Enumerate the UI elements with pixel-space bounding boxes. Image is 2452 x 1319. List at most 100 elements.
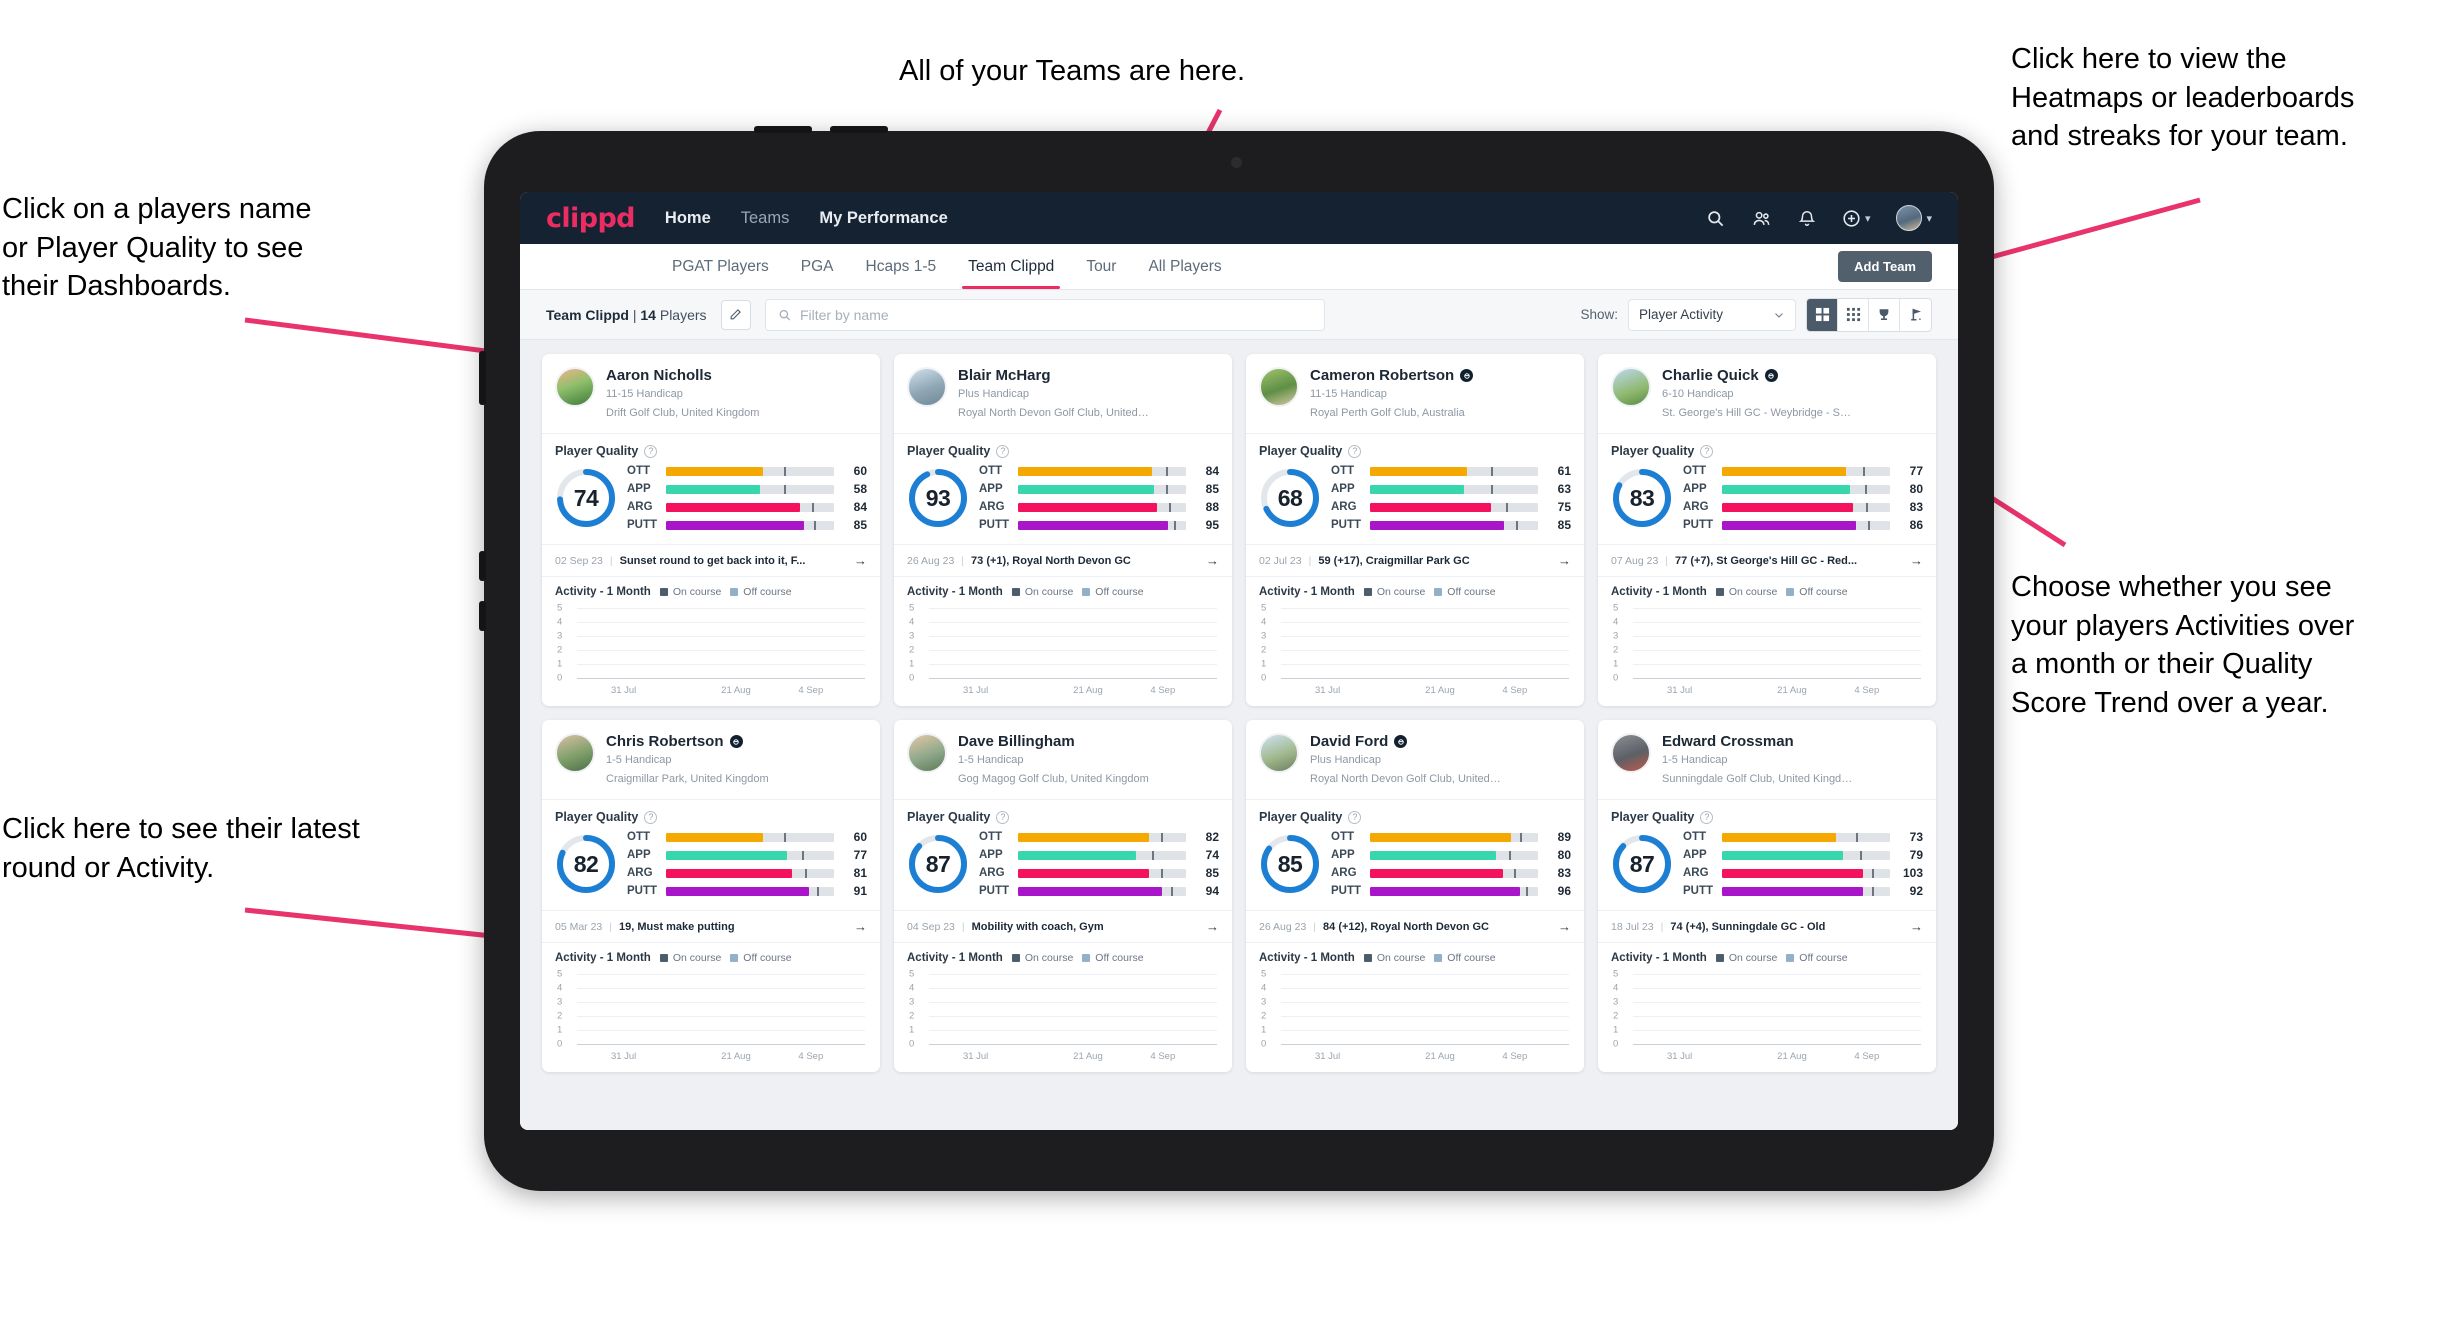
player-quality-body[interactable]: 68 OTT 61 APP 63 ARG 75 PUTT 85 [1246, 460, 1584, 544]
player-name[interactable]: Chris Robertson [606, 733, 769, 750]
player-quality-body[interactable]: 93 OTT 84 APP 85 ARG 88 PUTT 95 [894, 460, 1232, 544]
legend-swatch-off [730, 954, 739, 963]
tab-pgat-players[interactable]: PGAT Players [656, 244, 785, 289]
chart-bar-slot [1540, 974, 1569, 1044]
quality-score-ring[interactable]: 85 [1259, 833, 1321, 895]
latest-round-row[interactable]: 26 Aug 23 | 73 (+1), Royal North Devon G… [894, 544, 1232, 578]
skill-label: OTT [1331, 831, 1354, 844]
player-card[interactable]: Cameron Robertson 11-15 Handicap Royal P… [1246, 354, 1584, 707]
help-icon[interactable]: ? [1700, 810, 1714, 824]
edit-team-button[interactable] [720, 299, 751, 330]
search-input[interactable] [799, 306, 1312, 323]
player-card-header[interactable]: Charlie Quick 6-10 Handicap St. George's… [1598, 354, 1936, 433]
latest-round-row[interactable]: 07 Aug 23 | 77 (+7), St George's Hill GC… [1598, 544, 1936, 578]
player-card-header[interactable]: Edward Crossman 1-5 Handicap Sunningdale… [1598, 720, 1936, 799]
player-card[interactable]: David Ford Plus Handicap Royal North Dev… [1246, 720, 1584, 1073]
quality-score-ring[interactable]: 68 [1259, 467, 1321, 529]
chart-bar-slot [1188, 974, 1217, 1044]
legend-on-course: On course [659, 586, 721, 598]
player-quality-body[interactable]: 87 OTT 82 APP 74 ARG 85 PUTT 94 [894, 826, 1232, 910]
quality-score-ring[interactable]: 87 [1611, 833, 1673, 895]
leaderboard-flag-view-button[interactable] [1900, 299, 1931, 331]
round-arrow-icon[interactable]: → [1910, 553, 1923, 568]
bell-icon[interactable] [1798, 209, 1816, 228]
chart-bar-slot [779, 974, 808, 1044]
heatmap-trophy-view-button[interactable] [1869, 298, 1900, 331]
help-icon[interactable]: ? [1700, 444, 1714, 458]
round-arrow-icon[interactable]: → [1910, 919, 1923, 934]
round-arrow-icon[interactable]: → [854, 919, 867, 934]
quality-score-ring[interactable]: 93 [907, 467, 969, 529]
player-card[interactable]: Chris Robertson 1-5 Handicap Craigmillar… [542, 720, 880, 1073]
show-select[interactable]: Player Activity [1628, 298, 1796, 331]
help-icon[interactable]: ? [996, 810, 1010, 824]
people-icon[interactable] [1751, 209, 1772, 228]
latest-round-row[interactable]: 04 Sep 23 | Mobility with coach, Gym → [894, 910, 1232, 944]
search-icon[interactable] [1706, 209, 1725, 228]
round-arrow-icon[interactable]: → [1206, 919, 1219, 934]
help-icon[interactable]: ? [644, 444, 658, 458]
player-quality-body[interactable]: 74 OTT 60 APP 58 ARG 84 PUTT 85 [542, 460, 880, 544]
quality-score-ring[interactable]: 87 [907, 833, 969, 895]
player-name[interactable]: Blair McHarg [958, 367, 1150, 384]
tab-hcaps-1-5[interactable]: Hcaps 1-5 [850, 244, 953, 289]
tab-tour[interactable]: Tour [1070, 244, 1132, 289]
tab-team-clippd[interactable]: Team Clippd [952, 244, 1070, 289]
help-icon[interactable]: ? [996, 444, 1010, 458]
player-card-header[interactable]: Aaron Nicholls 11-15 Handicap Drift Golf… [542, 354, 880, 433]
latest-round-row[interactable]: 02 Jul 23 | 59 (+17), Craigmillar Park G… [1246, 544, 1584, 578]
avatar[interactable]: ▾ [1896, 205, 1932, 231]
nav-item-teams[interactable]: Teams [741, 209, 790, 228]
chart-bar-slot [1633, 974, 1662, 1044]
skill-label: APP [979, 483, 1003, 496]
nav-item-home[interactable]: Home [665, 209, 711, 228]
quality-score-ring[interactable]: 83 [1611, 467, 1673, 529]
player-quality-body[interactable]: 83 OTT 77 APP 80 ARG 83 PUTT 86 [1598, 460, 1936, 544]
round-arrow-icon[interactable]: → [1206, 553, 1219, 568]
latest-round-row[interactable]: 26 Aug 23 | 84 (+12), Royal North Devon … [1246, 910, 1584, 944]
nav-item-my-performance[interactable]: My Performance [819, 209, 947, 228]
player-card[interactable]: Dave Billingham 1-5 Handicap Gog Magog G… [894, 720, 1232, 1073]
help-icon[interactable]: ? [1348, 810, 1362, 824]
plus-circle-icon[interactable]: ▾ [1842, 209, 1870, 228]
skill-benchmark-marker [783, 484, 786, 494]
player-card[interactable]: Blair McHarg Plus Handicap Royal North D… [894, 354, 1232, 707]
player-name[interactable]: Dave Billingham [958, 733, 1149, 750]
latest-round-row[interactable]: 18 Jul 23 | 74 (+4), Sunningdale GC - Ol… [1598, 910, 1936, 944]
quality-score-ring[interactable]: 74 [555, 467, 617, 529]
brand-logo[interactable]: clippd [546, 203, 636, 234]
latest-round-row[interactable]: 02 Sep 23 | Sunset round to get back int… [542, 544, 880, 578]
player-quality-label: Player Quality [907, 810, 991, 825]
player-card-header[interactable]: David Ford Plus Handicap Royal North Dev… [1246, 720, 1584, 799]
player-quality-body[interactable]: 87 OTT 73 APP 79 ARG 103 PUTT 92 [1598, 826, 1936, 910]
grid-small-view-button[interactable] [1838, 298, 1869, 331]
player-name[interactable]: Cameron Robertson [1310, 367, 1474, 384]
quality-score-ring[interactable]: 82 [555, 833, 617, 895]
player-card[interactable]: Edward Crossman 1-5 Handicap Sunningdale… [1598, 720, 1936, 1073]
search-field[interactable] [764, 298, 1325, 331]
player-card[interactable]: Charlie Quick 6-10 Handicap St. George's… [1598, 354, 1936, 707]
player-card-header[interactable]: Dave Billingham 1-5 Handicap Gog Magog G… [894, 720, 1232, 799]
player-card-header[interactable]: Cameron Robertson 11-15 Handicap Royal P… [1246, 354, 1584, 433]
help-icon[interactable]: ? [1348, 444, 1362, 458]
player-name[interactable]: David Ford [1310, 733, 1502, 750]
player-card-header[interactable]: Chris Robertson 1-5 Handicap Craigmillar… [542, 720, 880, 799]
player-quality-body[interactable]: 82 OTT 60 APP 77 ARG 81 PUTT 91 [542, 826, 880, 910]
player-card[interactable]: Aaron Nicholls 11-15 Handicap Drift Golf… [542, 354, 880, 707]
player-name[interactable]: Charlie Quick [1662, 367, 1854, 384]
player-name[interactable]: Edward Crossman [1662, 733, 1854, 750]
help-icon[interactable]: ? [644, 810, 658, 824]
tab-pga[interactable]: PGA [785, 244, 850, 289]
grid-large-view-button[interactable] [1807, 298, 1838, 331]
latest-round-row[interactable]: 05 Mar 23 | 19, Must make putting → [542, 910, 880, 944]
round-arrow-icon[interactable]: → [1558, 553, 1571, 568]
tab-all-players[interactable]: All Players [1132, 244, 1237, 289]
player-card-header[interactable]: Blair McHarg Plus Handicap Royal North D… [894, 354, 1232, 433]
player-quality-body[interactable]: 85 OTT 89 APP 80 ARG 83 PUTT 96 [1246, 826, 1584, 910]
round-arrow-icon[interactable]: → [854, 553, 867, 568]
y-tick: 1 [1261, 1024, 1267, 1036]
y-tick: 3 [1261, 630, 1267, 642]
player-name[interactable]: Aaron Nicholls [606, 367, 759, 384]
round-arrow-icon[interactable]: → [1558, 919, 1571, 934]
add-team-button[interactable]: Add Team [1838, 251, 1932, 282]
